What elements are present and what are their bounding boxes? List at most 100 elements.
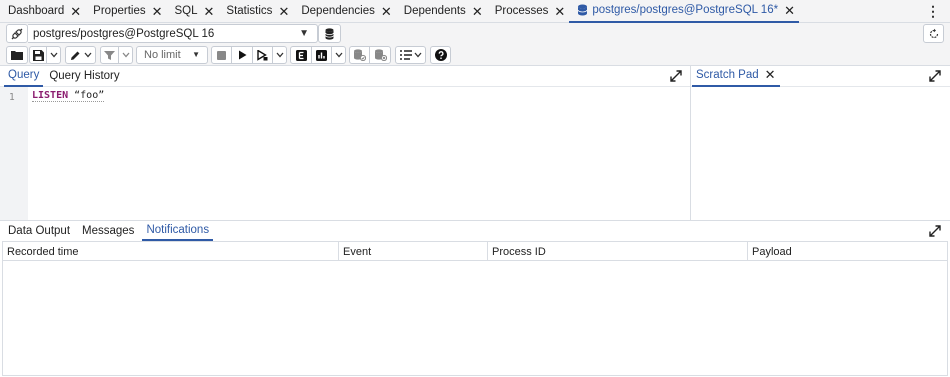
column-header-recorded-time[interactable]: Recorded time (3, 242, 339, 261)
scratch-pad-label: Scratch Pad (696, 69, 759, 81)
new-connection-button[interactable] (318, 24, 341, 43)
main-tab-strip: Dashboard ✕ Properties ✕ SQL ✕ Statistic… (0, 0, 950, 23)
tab-dependents[interactable]: Dependents ✕ (396, 0, 487, 23)
query-toolbar: No limit ▼ (0, 44, 950, 66)
column-header-process-id[interactable]: Process ID (488, 242, 748, 261)
expand-icon[interactable] (929, 225, 941, 237)
tab-query-history[interactable]: Query History (45, 66, 123, 87)
pencil-icon (70, 51, 79, 60)
chevron-down-icon (414, 52, 421, 58)
results-panel: Data Output Messages Notifications Recor… (0, 220, 950, 377)
stop-query-button[interactable] (211, 46, 232, 64)
close-icon[interactable]: ✕ (554, 5, 565, 18)
editor-tabs: Query Query History (0, 66, 690, 87)
list-icon (399, 50, 412, 60)
play-icon (238, 50, 246, 60)
scratch-pad-textarea[interactable] (691, 87, 950, 220)
chevron-down-icon (335, 52, 342, 58)
tab-label: Dependents (403, 5, 466, 17)
chevron-down-icon: ▼ (299, 28, 309, 39)
database-check-icon (354, 49, 366, 61)
bar-chart-icon (316, 49, 327, 61)
chevron-down-icon (84, 52, 91, 58)
tab-label: Statistics (226, 5, 273, 17)
execute-options-dropdown[interactable] (273, 46, 287, 64)
tab-notifications[interactable]: Notifications (142, 221, 214, 241)
sql-text: “foo” (68, 90, 105, 101)
database-icon (577, 4, 588, 16)
tab-dashboard[interactable]: Dashboard ✕ (0, 0, 85, 23)
commit-button[interactable] (349, 46, 370, 64)
results-tabs: Data Output Messages Notifications (0, 221, 950, 241)
tab-dependencies[interactable]: Dependencies ✕ (293, 0, 395, 23)
help-button[interactable] (430, 46, 451, 64)
row-limit-select[interactable]: No limit ▼ (136, 46, 208, 64)
reset-layout-button[interactable] (923, 24, 944, 43)
close-icon[interactable]: ✕ (204, 5, 215, 18)
sql-keyword: LISTEN (32, 90, 69, 101)
connection-select[interactable]: postgres/postgres@PostgreSQL 16 ▼ (28, 24, 318, 43)
scratch-pad-panel: Scratch Pad ✕ (691, 66, 950, 220)
query-editor-panel: Query Query History 1 LISTEN “foo” (0, 66, 691, 220)
explain-analyze-button[interactable] (312, 46, 332, 64)
tab-messages[interactable]: Messages (78, 221, 138, 241)
edit-menu-button[interactable] (65, 46, 96, 64)
save-options-dropdown[interactable] (47, 46, 61, 64)
tab-properties[interactable]: Properties ✕ (85, 0, 166, 23)
sql-code-line[interactable]: LISTEN “foo” (32, 90, 105, 102)
tab-scratch-pad[interactable]: Scratch Pad ✕ (692, 66, 780, 87)
database-stack-icon (325, 27, 334, 40)
close-icon[interactable]: ✕ (784, 4, 795, 17)
chevron-down-icon (276, 52, 283, 58)
execute-button[interactable] (232, 46, 253, 64)
tab-label: Properties (93, 5, 146, 17)
tab-label: Processes (494, 5, 549, 17)
filter-icon (104, 50, 115, 60)
explain-button[interactable] (290, 46, 312, 64)
tab-query[interactable]: Query (4, 66, 44, 87)
tab-query-tool[interactable]: postgres/postgres@PostgreSQL 16* ✕ (569, 0, 799, 23)
save-icon (32, 49, 44, 61)
execute-script-button[interactable] (253, 46, 273, 64)
row-limit-value: No limit (144, 49, 181, 61)
open-file-button[interactable] (6, 46, 28, 64)
close-icon[interactable]: ✕ (152, 5, 163, 18)
database-x-icon (374, 49, 387, 61)
line-number: 1 (9, 92, 15, 103)
close-icon[interactable]: ✕ (70, 5, 81, 18)
plug-icon (11, 28, 23, 39)
help-icon (434, 49, 447, 61)
tab-label: Dashboard (8, 5, 65, 17)
tab-label: SQL (174, 5, 198, 17)
expand-icon[interactable] (670, 70, 682, 82)
rollback-button[interactable] (370, 46, 391, 64)
connection-select-value: postgres/postgres@PostgreSQL 16 (33, 27, 215, 40)
expand-icon[interactable] (929, 70, 941, 82)
grid-header-row: Recorded time Event Process ID Payload (3, 242, 947, 261)
tab-label: postgres/postgres@PostgreSQL 16* (592, 4, 779, 16)
tab-statistics[interactable]: Statistics ✕ (218, 0, 293, 23)
save-file-button[interactable] (29, 46, 47, 64)
play-outline-icon (257, 49, 268, 61)
column-header-payload[interactable]: Payload (748, 242, 947, 261)
close-icon[interactable]: ✕ (472, 5, 483, 18)
tab-label: Dependencies (301, 5, 375, 17)
tab-processes[interactable]: Processes ✕ (487, 0, 570, 23)
explain-options-dropdown[interactable] (332, 46, 346, 64)
macros-menu-button[interactable] (395, 46, 426, 64)
filter-options-dropdown[interactable] (119, 46, 133, 64)
tab-data-output[interactable]: Data Output (4, 221, 74, 241)
close-icon[interactable]: ✕ (765, 67, 776, 83)
column-header-event[interactable]: Event (339, 242, 488, 261)
folder-icon (11, 51, 23, 60)
close-icon[interactable]: ✕ (278, 5, 289, 18)
close-icon[interactable]: ✕ (381, 5, 392, 18)
connection-status-button[interactable] (6, 24, 28, 43)
more-options-icon[interactable]: ⋮ (926, 4, 940, 18)
chevron-down-icon: ▼ (192, 50, 200, 59)
notifications-grid: Recorded time Event Process ID Payload (2, 241, 948, 376)
filter-button[interactable] (100, 46, 119, 64)
chevron-down-icon (50, 52, 57, 58)
tab-sql[interactable]: SQL ✕ (167, 0, 219, 23)
line-number-gutter: 1 (0, 87, 28, 220)
